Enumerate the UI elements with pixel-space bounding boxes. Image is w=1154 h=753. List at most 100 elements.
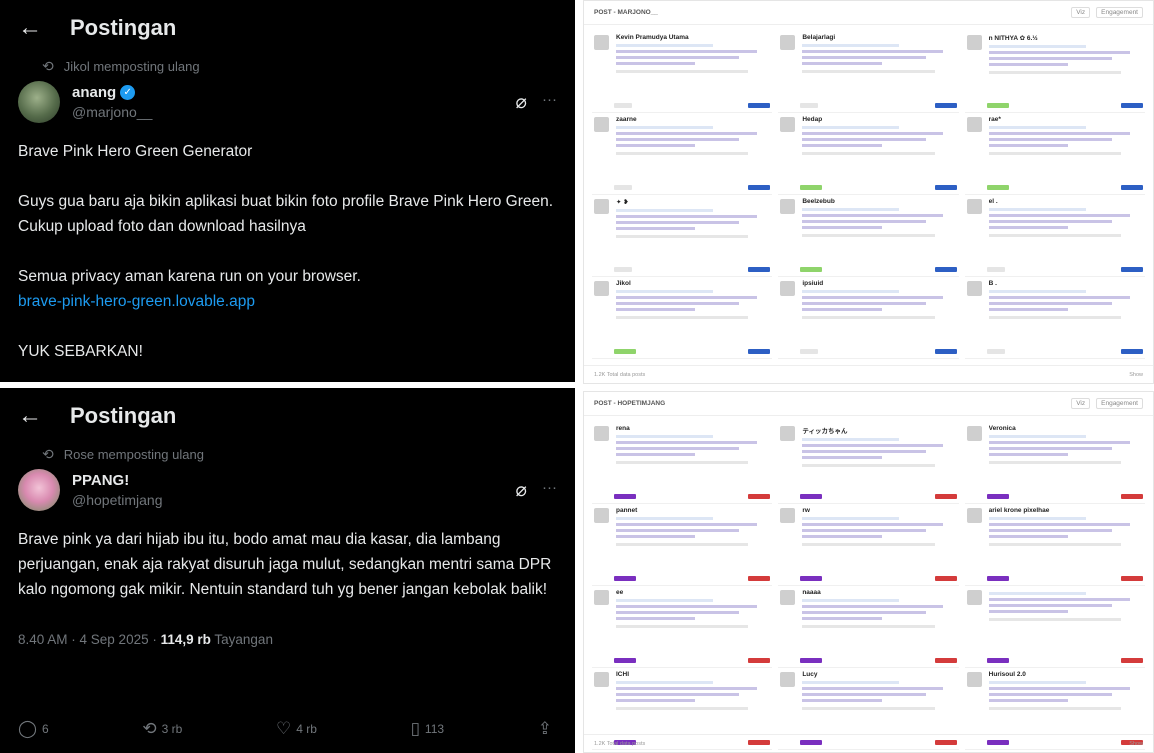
- post-card[interactable]: pannet: [592, 504, 773, 586]
- handle[interactable]: @hopetimjang: [72, 492, 163, 508]
- tag-button[interactable]: [614, 103, 632, 108]
- tag-button[interactable]: [800, 494, 823, 499]
- post-card[interactable]: ee: [592, 586, 773, 668]
- tag-button[interactable]: [986, 103, 1009, 108]
- post-card[interactable]: rw: [778, 504, 959, 586]
- post-card[interactable]: zaarne: [592, 113, 773, 195]
- tag-button[interactable]: [614, 267, 632, 272]
- avatar[interactable]: [780, 590, 796, 605]
- viz-button[interactable]: Viz: [1071, 7, 1091, 18]
- avatar[interactable]: [966, 281, 982, 296]
- post-author-name[interactable]: Jikol: [616, 280, 770, 287]
- post-card[interactable]: Belajarlagi: [778, 31, 959, 113]
- post-card[interactable]: Beelzebub: [778, 195, 959, 277]
- post-card[interactable]: ariel krone pixelhae: [964, 504, 1145, 586]
- tag-button[interactable]: [748, 494, 771, 499]
- avatar[interactable]: [780, 281, 796, 296]
- tag-button[interactable]: [1120, 576, 1143, 581]
- avatar[interactable]: [966, 426, 982, 441]
- post-card[interactable]: Jikol: [592, 277, 773, 359]
- tag-button[interactable]: [1120, 658, 1143, 663]
- tag-button[interactable]: [986, 576, 1009, 581]
- post-author-name[interactable]: pannet: [616, 507, 770, 514]
- post-author-name[interactable]: Hurisoul 2.0: [989, 671, 1143, 678]
- post-author-name[interactable]: naaaa: [802, 589, 956, 596]
- avatar[interactable]: [594, 117, 609, 132]
- post-author-name[interactable]: B .: [989, 280, 1143, 287]
- more-options-icon[interactable]: ···: [542, 479, 557, 496]
- tweet-timestamp[interactable]: 8.40 AM · 4 Sep 2025 ·: [18, 632, 161, 647]
- avatar[interactable]: [780, 117, 796, 132]
- post-author-name[interactable]: Lucy: [802, 671, 956, 678]
- tag-button[interactable]: [934, 494, 957, 499]
- tag-button[interactable]: [1120, 494, 1143, 499]
- post-author-name[interactable]: Veronica: [989, 425, 1143, 432]
- tag-button[interactable]: [800, 185, 823, 190]
- post-author-name[interactable]: n NITHYA ✿ 6.½: [989, 34, 1143, 42]
- tag-button[interactable]: [986, 185, 1009, 190]
- tag-button[interactable]: [800, 658, 823, 663]
- avatar[interactable]: [780, 35, 796, 50]
- tag-button[interactable]: [1120, 103, 1143, 108]
- repost-label[interactable]: Rose memposting ulang: [64, 447, 204, 462]
- reply-button[interactable]: ◯ 6: [18, 719, 49, 739]
- tag-button[interactable]: [800, 267, 823, 272]
- avatar[interactable]: [594, 590, 609, 605]
- tag-button[interactable]: [748, 349, 771, 354]
- avatar[interactable]: [18, 81, 60, 123]
- post-author-name[interactable]: ICHI: [616, 671, 770, 678]
- viz-button[interactable]: Viz: [1071, 398, 1091, 409]
- share-button[interactable]: ⇪: [538, 719, 557, 739]
- post-author-name[interactable]: ✦ ❥: [616, 198, 770, 206]
- engagement-button[interactable]: Engagement: [1096, 7, 1143, 18]
- post-card[interactable]: ✦ ❥: [592, 195, 773, 277]
- post-card[interactable]: el .: [964, 195, 1145, 277]
- avatar[interactable]: [966, 35, 982, 50]
- post-author-name[interactable]: Beelzebub: [802, 198, 956, 205]
- post-card[interactable]: Veronica: [964, 422, 1145, 504]
- avatar[interactable]: [780, 199, 796, 214]
- tag-button[interactable]: [934, 267, 957, 272]
- handle[interactable]: @marjono__: [72, 104, 152, 120]
- grok-icon[interactable]: ⌀: [516, 479, 527, 502]
- post-card[interactable]: ティッカちゃん: [778, 422, 959, 504]
- show-button[interactable]: Show: [1129, 372, 1143, 378]
- post-card[interactable]: Hedap: [778, 113, 959, 195]
- post-author-name[interactable]: Kevin Pramudya Utama: [616, 34, 770, 41]
- tag-button[interactable]: [614, 349, 636, 354]
- avatar[interactable]: [966, 672, 982, 687]
- post-author-name[interactable]: zaarne: [616, 116, 770, 123]
- repost-button[interactable]: ⟲ 3 rb: [142, 719, 182, 739]
- avatar[interactable]: [594, 281, 609, 296]
- post-card[interactable]: ipsiuid: [778, 277, 959, 359]
- tag-button[interactable]: [800, 103, 819, 108]
- tag-button[interactable]: [986, 494, 1009, 499]
- post-author-name[interactable]: rw: [802, 507, 956, 514]
- post-author-name[interactable]: ティッカちゃん: [802, 425, 956, 435]
- post-author-name[interactable]: Belajarlagi: [802, 34, 956, 41]
- post-card[interactable]: [964, 586, 1145, 668]
- post-author-name[interactable]: rena: [616, 425, 770, 432]
- avatar[interactable]: [594, 199, 609, 214]
- display-name[interactable]: PPANG!: [72, 472, 129, 489]
- back-arrow-icon[interactable]: ←: [18, 14, 70, 42]
- post-card[interactable]: n NITHYA ✿ 6.½: [964, 31, 1145, 113]
- tag-button[interactable]: [748, 576, 771, 581]
- avatar[interactable]: [780, 426, 796, 441]
- tag-button[interactable]: [1120, 185, 1143, 190]
- tag-button[interactable]: [1120, 349, 1143, 354]
- tag-button[interactable]: [800, 349, 819, 354]
- bookmark-button[interactable]: ▯ 113: [411, 719, 445, 739]
- avatar[interactable]: [594, 426, 609, 441]
- post-card[interactable]: rae*: [964, 113, 1145, 195]
- tag-button[interactable]: [748, 658, 771, 663]
- avatar[interactable]: [780, 672, 796, 687]
- show-button[interactable]: Show: [1129, 741, 1143, 747]
- post-author-name[interactable]: ipsiuid: [802, 280, 956, 287]
- post-card[interactable]: rena: [592, 422, 773, 504]
- post-author-name[interactable]: rae*: [989, 116, 1143, 123]
- tag-button[interactable]: [986, 267, 1005, 272]
- avatar[interactable]: [966, 590, 982, 605]
- tag-button[interactable]: [614, 658, 636, 663]
- tag-button[interactable]: [934, 185, 957, 190]
